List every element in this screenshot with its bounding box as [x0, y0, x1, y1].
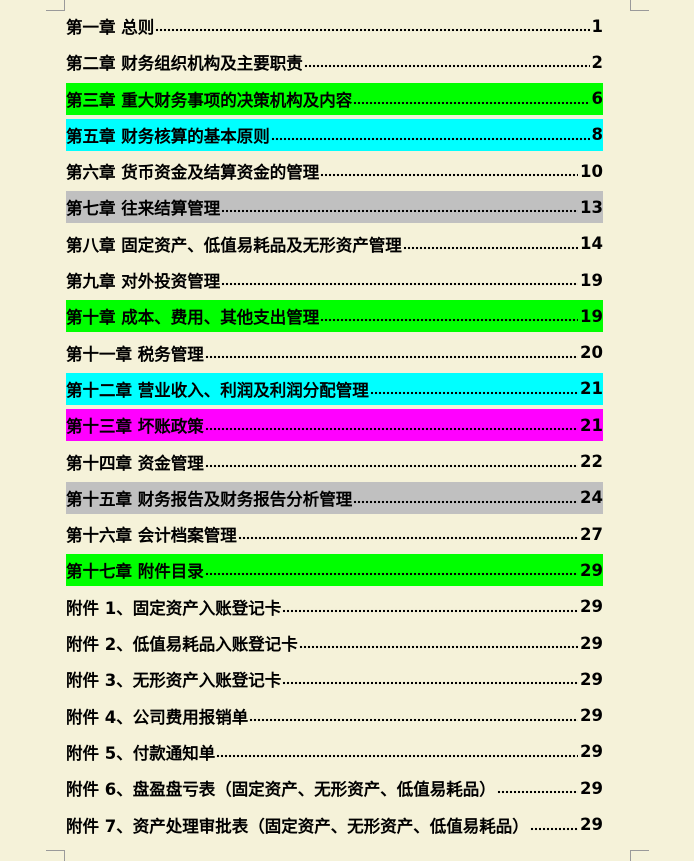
- toc-dot-leader: [369, 390, 579, 395]
- toc-entry-title: 第十七章 附件目录: [66, 562, 204, 582]
- toc-entry[interactable]: 第九章 对外投资管理 19: [66, 264, 603, 296]
- toc-entry-page-number: 29: [580, 560, 603, 580]
- toc-dot-leader: [221, 209, 579, 214]
- toc-dot-leader: [249, 717, 579, 722]
- toc-entry-title: 附件 3、无形资产入账登记卡: [66, 671, 282, 691]
- toc-dot-leader: [320, 318, 579, 323]
- toc-entry[interactable]: 第十一章 税务管理 20: [66, 337, 603, 369]
- toc-dot-leader: [237, 536, 579, 541]
- toc-entry[interactable]: 第七章 往来结算管理 13: [66, 191, 603, 224]
- table-of-contents: 第一章 总则 1 第二章 财务组织机构及主要职责 2 第三章 重大财务事项的决策…: [66, 10, 603, 845]
- toc-entry-title: 附件 5、付款通知单: [66, 743, 216, 763]
- crop-mark-bottom-left: [46, 850, 65, 861]
- toc-entry[interactable]: 第十二章 营业收入、利润及利润分配管理 21: [66, 372, 603, 405]
- toc-entry[interactable]: 第八章 固定资产、低值易耗品及无形资产管理 14: [66, 228, 603, 260]
- toc-entry-page-number: 6: [591, 89, 603, 109]
- toc-entry-page-number: 27: [580, 524, 603, 544]
- toc-entry-title: 第六章 货币资金及结算资金的管理: [66, 163, 320, 183]
- toc-dot-leader: [496, 790, 579, 795]
- toc-entry-page-number: 29: [580, 669, 603, 689]
- toc-dot-leader: [353, 100, 590, 105]
- toc-entry[interactable]: 附件 3、无形资产入账登记卡 29: [66, 663, 603, 695]
- toc-entry-title: 第十一章 税务管理: [66, 344, 204, 364]
- toc-dot-leader: [270, 136, 590, 141]
- toc-entry-page-number: 21: [580, 415, 603, 435]
- toc-dot-leader: [402, 245, 579, 250]
- toc-dot-leader: [216, 753, 579, 758]
- toc-entry-title: 第八章 固定资产、低值易耗品及无形资产管理: [66, 235, 402, 255]
- toc-entry-title: 附件 6、盘盈盘亏表（固定资产、无形资产、低值易耗品）: [66, 780, 496, 800]
- toc-entry-page-number: 22: [580, 452, 603, 472]
- toc-entry-page-number: 29: [580, 597, 603, 617]
- toc-entry-title: 第十五章 财务报告及财务报告分析管理: [66, 489, 353, 509]
- toc-entry[interactable]: 第十三章 坏账政策 21: [66, 409, 603, 442]
- toc-entry[interactable]: 第五章 财务核算的基本原则 8: [66, 118, 603, 151]
- toc-entry-title: 第二章 财务组织机构及主要职责: [66, 54, 303, 74]
- toc-dot-leader: [204, 427, 579, 432]
- toc-entry-page-number: 10: [580, 161, 603, 181]
- toc-entry-title: 第十章 成本、费用、其他支出管理: [66, 308, 320, 328]
- toc-dot-leader: [529, 826, 579, 831]
- toc-dot-leader: [204, 463, 579, 468]
- toc-entry-page-number: 13: [580, 197, 603, 217]
- toc-entry-page-number: 8: [591, 125, 603, 145]
- toc-dot-leader: [298, 645, 579, 650]
- toc-entry[interactable]: 第十五章 财务报告及财务报告分析管理 24: [66, 481, 603, 514]
- toc-dot-leader: [204, 572, 579, 577]
- toc-entry[interactable]: 附件 1、固定资产入账登记卡 29: [66, 591, 603, 623]
- toc-entry-page-number: 1: [591, 16, 603, 36]
- toc-dot-leader: [282, 608, 579, 613]
- toc-entry-page-number: 2: [591, 52, 603, 72]
- toc-entry-title: 第五章 财务核算的基本原则: [66, 126, 270, 146]
- toc-dot-leader: [282, 681, 579, 686]
- toc-entry[interactable]: 第十六章 会计档案管理 27: [66, 518, 603, 550]
- toc-entry-page-number: 20: [580, 343, 603, 363]
- crop-mark-top-right: [630, 0, 649, 11]
- toc-entry-page-number: 29: [580, 742, 603, 762]
- toc-entry[interactable]: 第十四章 资金管理 22: [66, 446, 603, 478]
- toc-entry-page-number: 29: [580, 633, 603, 653]
- toc-entry-page-number: 29: [580, 778, 603, 798]
- crop-mark-top-left: [46, 0, 65, 11]
- toc-dot-leader: [303, 64, 590, 69]
- toc-entry[interactable]: 第一章 总则 1: [66, 10, 603, 42]
- toc-entry-title: 第十四章 资金管理: [66, 453, 204, 473]
- toc-entry-page-number: 29: [580, 706, 603, 726]
- toc-entry-page-number: 19: [580, 270, 603, 290]
- toc-dot-leader: [221, 282, 579, 287]
- toc-entry[interactable]: 第三章 重大财务事项的决策机构及内容 6: [66, 82, 603, 115]
- toc-entry[interactable]: 第二章 财务组织机构及主要职责 2: [66, 46, 603, 78]
- toc-dot-leader: [204, 354, 579, 359]
- toc-entry-title: 第三章 重大财务事项的决策机构及内容: [66, 90, 353, 110]
- toc-entry-title: 第九章 对外投资管理: [66, 272, 221, 292]
- toc-entry-page-number: 24: [580, 488, 603, 508]
- toc-entry-page-number: 29: [580, 815, 603, 835]
- toc-entry-title: 第一章 总则: [66, 18, 155, 37]
- toc-entry-page-number: 21: [580, 379, 603, 399]
- toc-dot-leader: [320, 173, 579, 178]
- toc-entry-title: 第七章 往来结算管理: [66, 199, 221, 219]
- toc-entry[interactable]: 附件 4、公司费用报销单 29: [66, 700, 603, 732]
- toc-entry-title: 附件 7、资产处理审批表（固定资产、无形资产、低值易耗品）: [66, 816, 529, 836]
- toc-entry[interactable]: 附件 6、盘盈盘亏表（固定资产、无形资产、低值易耗品） 29: [66, 772, 603, 804]
- toc-entry[interactable]: 第十章 成本、费用、其他支出管理 19: [66, 300, 603, 333]
- toc-dot-leader: [155, 28, 590, 32]
- toc-entry-title: 第十六章 会计档案管理: [66, 526, 237, 546]
- toc-entry[interactable]: 附件 7、资产处理审批表（固定资产、无形资产、低值易耗品） 29: [66, 809, 603, 841]
- toc-entry-title: 附件 1、固定资产入账登记卡: [66, 598, 282, 618]
- toc-entry-title: 第十二章 营业收入、利润及利润分配管理: [66, 380, 369, 400]
- toc-entry[interactable]: 第十七章 附件目录 29: [66, 554, 603, 587]
- toc-entry-title: 附件 4、公司费用报销单: [66, 707, 249, 727]
- toc-dot-leader: [353, 499, 579, 504]
- toc-entry[interactable]: 附件 5、付款通知单 29: [66, 736, 603, 768]
- toc-entry[interactable]: 附件 2、低值易耗品入账登记卡 29: [66, 627, 603, 659]
- toc-entry-title: 第十三章 坏账政策: [66, 417, 204, 437]
- toc-entry[interactable]: 第六章 货币资金及结算资金的管理 10: [66, 155, 603, 187]
- toc-entry-page-number: 14: [580, 234, 603, 254]
- crop-mark-bottom-right: [630, 850, 649, 861]
- toc-entry-title: 附件 2、低值易耗品入账登记卡: [66, 635, 298, 655]
- toc-entry-page-number: 19: [580, 306, 603, 326]
